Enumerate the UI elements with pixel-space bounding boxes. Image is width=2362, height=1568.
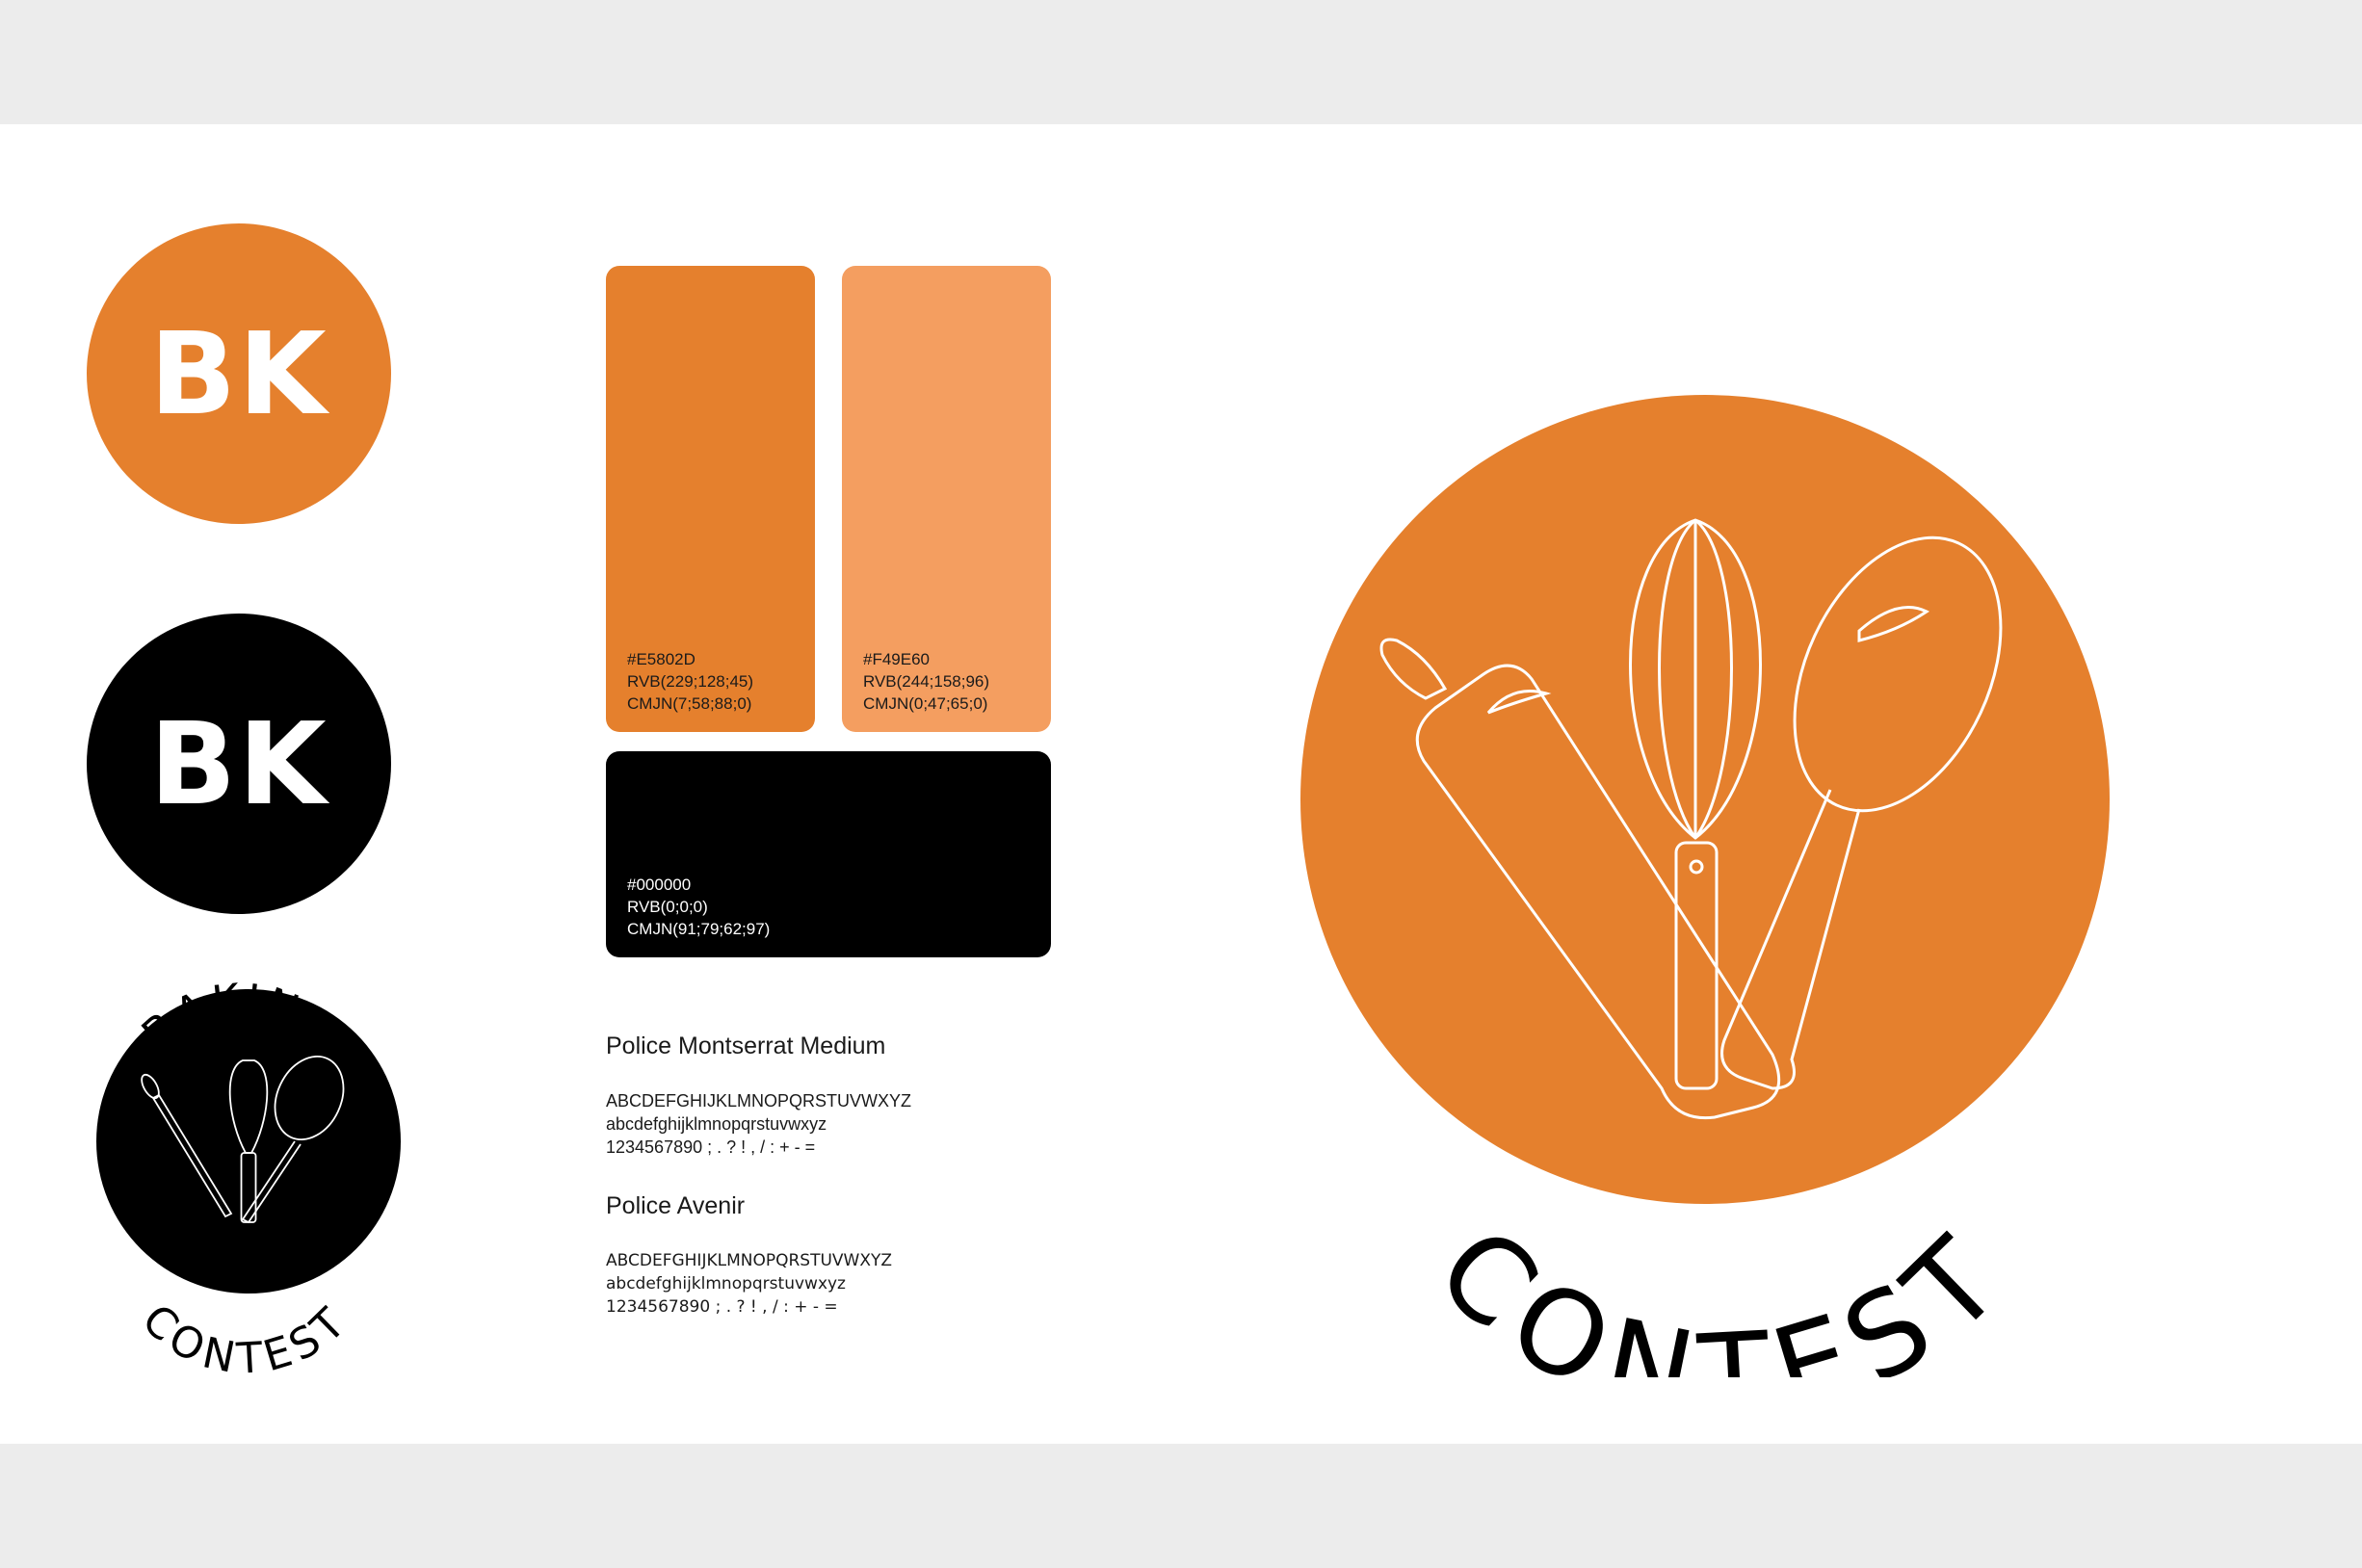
swatch-1-hex: #E5802D — [627, 650, 695, 668]
swatch-1-rvb: RVB(229;128;45) — [627, 672, 754, 691]
swatch-2-hex: #F49E60 — [863, 650, 930, 668]
font-1-lowercase: abcdefghijklmnopqrstuvwxyz — [606, 1114, 827, 1134]
swatch-2-cmjn: CMJN(0;47;65;0) — [863, 694, 988, 713]
svg-text:CONTEST: CONTEST — [133, 1295, 359, 1377]
swatch-black: #000000 RVB(0;0;0) CMJN(91;79;62;97) — [606, 751, 1051, 957]
font-2-uppercase: ABCDEFGHIJKLMNOPQRSTUVWXYZ — [606, 1251, 893, 1270]
small-badge-logo: BAKING CONTEST — [96, 975, 401, 1377]
swatch-3-rvb: RVB(0;0;0) — [627, 898, 708, 916]
small-badge-circle — [96, 989, 401, 1294]
main-logo-bottom-text: CONTEST — [1411, 1202, 2020, 1377]
svg-text:CONTEST: CONTEST — [1411, 1202, 2037, 1377]
monogram-black-text: BK — [149, 697, 328, 830]
font-2-title: Police Avenir — [606, 1192, 746, 1219]
swatch-1-cmjn: CMJN(7;58;88;0) — [627, 694, 752, 713]
main-logo-circle — [1300, 395, 2110, 1204]
monogram-orange: BK — [87, 223, 391, 524]
font-1-uppercase: ABCDEFGHIJKLMNOPQRSTUVWXYZ — [606, 1091, 912, 1111]
swatch-3-hex: #000000 — [627, 875, 692, 894]
font-1-title: Police Montserrat Medium — [606, 1032, 886, 1059]
swatch-2-rvb: RVB(244;158;96) — [863, 672, 990, 691]
monogram-black: BK — [87, 614, 391, 914]
font-block-montserrat: Police Montserrat Medium ABCDEFGHIJKLMNO… — [606, 1032, 911, 1159]
small-badge-bottom-text: CONTEST — [133, 1295, 354, 1377]
font-2-digits: 1234567890 ; . ? ! , / : + - = — [606, 1297, 838, 1317]
monogram-orange-text: BK — [149, 307, 328, 440]
main-logo: BAKING CONTEST — [1300, 250, 2110, 1377]
swatch-light-orange: #F49E60 RVB(244;158;96) CMJN(0;47;65;0) — [842, 266, 1051, 732]
svg-text:BAKING: BAKING — [1422, 250, 2026, 274]
font-block-avenir: Police Avenir ABCDEFGHIJKLMNOPQRSTUVWXYZ… — [606, 1192, 892, 1319]
main-logo-top-text: BAKING — [1422, 250, 2012, 274]
swatch-3-cmjn: CMJN(91;79;62;97) — [627, 920, 771, 938]
font-2-lowercase: abcdefghijklmnopqrstuvwxyz — [606, 1274, 846, 1294]
swatch-primary-orange: #E5802D RVB(229;128;45) CMJN(7;58;88;0) — [606, 266, 815, 732]
font-1-digits: 1234567890 ; . ? ! , / : + - = — [606, 1137, 816, 1157]
